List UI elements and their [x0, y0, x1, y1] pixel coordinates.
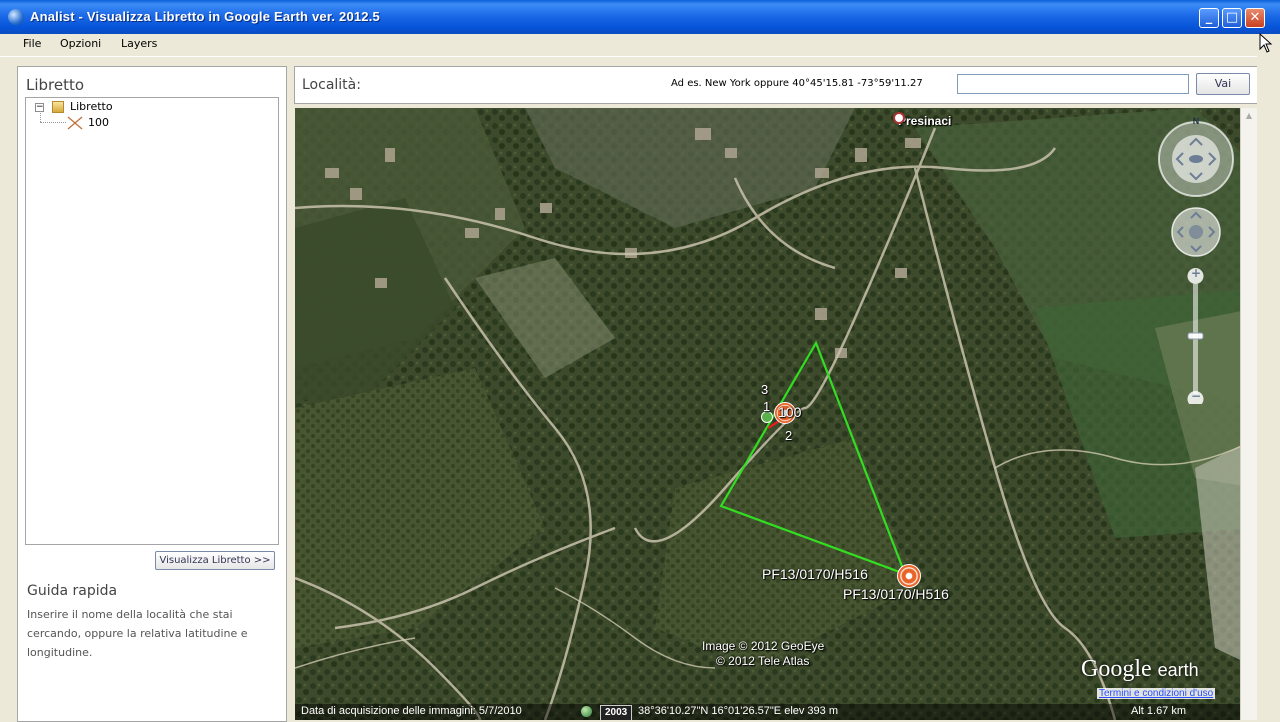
app-globe-icon: [8, 9, 24, 25]
imagery-year: 2003: [600, 705, 633, 720]
visualizza-libretto-button[interactable]: Visualizza Libretto >>: [155, 551, 275, 570]
map-status-bar: Data di acquisizione delle immagini: 5/7…: [295, 704, 1257, 720]
cursor-coordinates: 38°36'10.27"N 16°01'26.57"E elev 393 m: [638, 705, 839, 717]
marker-label-b: PF13/0170/H516: [843, 586, 949, 602]
acquisition-date: Data di acquisizione delle immagini: 5/7…: [301, 705, 522, 717]
libretto-tree[interactable]: − Libretto 100: [25, 97, 279, 545]
compass-north-label: N: [1192, 116, 1200, 126]
marker-label-a: PF13/0170/H516: [762, 566, 868, 582]
tree-connector: [40, 111, 42, 122]
zoom-out-icon: −: [1191, 389, 1202, 403]
maximize-button[interactable]: □: [1222, 8, 1242, 28]
google-earth-logo: Google earth: [1081, 656, 1199, 683]
terms-link[interactable]: Termini e condizioni d'uso: [1097, 688, 1216, 699]
minimize-button[interactable]: _: [1199, 8, 1219, 28]
town-label-presinaci: Presinaci: [898, 114, 952, 128]
location-bar: Località: Ad es. New York oppure 40°45'1…: [294, 66, 1258, 104]
scroll-up-arrow-icon[interactable]: ▲: [1241, 108, 1257, 124]
google-earth-map[interactable]: Presinaci 3 1 100 2 PF13/0170/H516 PF13/…: [295, 108, 1257, 720]
point-label-3: 3: [761, 382, 769, 397]
mouse-cursor-icon: [1259, 33, 1273, 53]
zoom-slider-thumb[interactable]: [1187, 332, 1204, 340]
window-title: Analist - Visualizza Libretto in Google …: [30, 9, 380, 24]
altitude-readout: Alt 1.67 km: [1131, 705, 1187, 717]
menu-layers[interactable]: Layers: [121, 37, 157, 50]
google-wordmark: Google: [1081, 656, 1152, 682]
libretto-panel: Libretto − Libretto 100 Visualizza Libre…: [17, 66, 287, 722]
location-search-input[interactable]: [957, 74, 1189, 94]
location-hint: Ad es. New York oppure 40°45'15.81 -73°5…: [671, 78, 923, 89]
guide-heading: Guida rapida: [27, 583, 118, 599]
target-marker-icon[interactable]: [897, 564, 921, 588]
eye-icon: [1189, 155, 1203, 163]
navigation-controls: [1158, 121, 1234, 404]
close-button[interactable]: ✕: [1245, 8, 1265, 28]
survey-line-icon: [67, 116, 83, 130]
libretto-heading: Libretto: [26, 76, 85, 94]
maximize-icon: □: [1225, 10, 1239, 25]
guide-text: Inserire il nome della località che stai…: [27, 608, 248, 659]
window-right-edge: [1257, 56, 1280, 720]
earth-wordmark: earth: [1157, 660, 1199, 680]
location-label: Località:: [302, 77, 361, 93]
imagery-credit: Image © 2012 GeoEye: [702, 639, 825, 653]
title-bar: Analist - Visualizza Libretto in Google …: [0, 0, 1280, 34]
point-label-2: 2: [785, 428, 793, 443]
vai-button[interactable]: Vai: [1196, 73, 1250, 95]
folder-icon: [52, 101, 64, 113]
tele-atlas-credit: © 2012 Tele Atlas: [716, 654, 810, 668]
close-icon: ✕: [1249, 10, 1261, 25]
town-pin-icon: [893, 112, 905, 124]
map-scrollbar[interactable]: ▲: [1240, 108, 1258, 720]
tree-item-100[interactable]: 100: [88, 116, 109, 129]
historical-imagery-icon[interactable]: [581, 706, 592, 717]
tree-item-libretto[interactable]: Libretto: [70, 100, 113, 113]
hand-icon: [1189, 225, 1203, 239]
survey-polygon: [719, 340, 907, 576]
point-label-1: 1: [763, 399, 771, 414]
minimize-icon: _: [1205, 10, 1213, 25]
menu-bar: File Opzioni Layers: [0, 34, 1280, 57]
tree-connector-branch: [40, 122, 66, 124]
point-label-100: 100: [778, 404, 802, 420]
menu-opzioni[interactable]: Opzioni: [60, 37, 101, 50]
menu-file[interactable]: File: [23, 37, 41, 50]
zoom-in-icon: +: [1191, 266, 1202, 280]
